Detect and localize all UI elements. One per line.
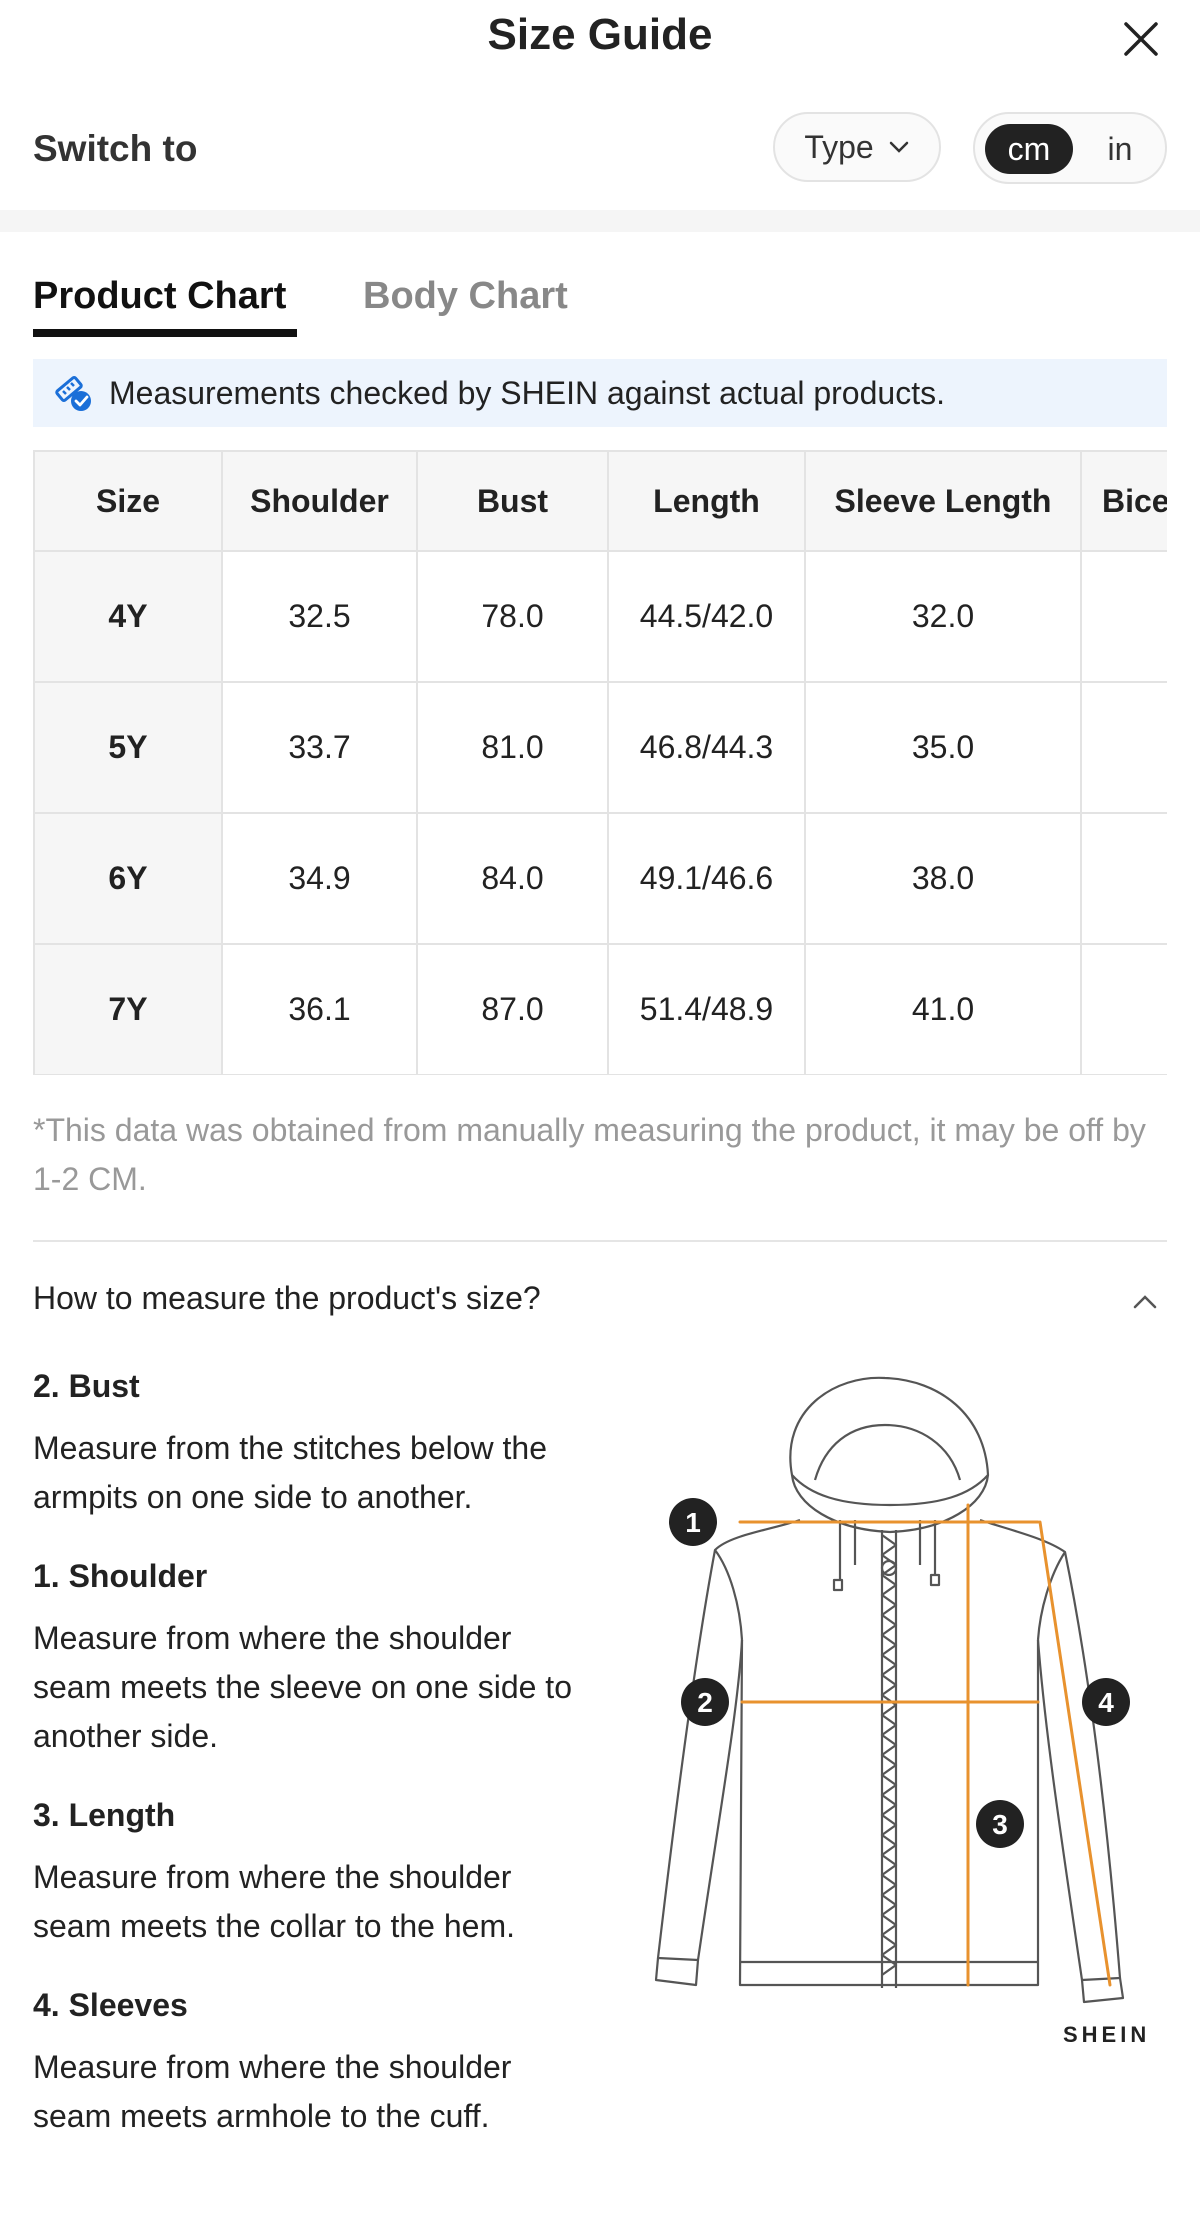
brand-logo: SHEIN xyxy=(1063,2022,1151,2047)
table-cell: 78.0 xyxy=(416,550,609,683)
size-table-scroll[interactable]: Size Shoulder Bust Length Sleeve Length … xyxy=(33,450,1167,1075)
table-cell xyxy=(1080,812,1167,945)
marker-4: 4 xyxy=(1082,1678,1130,1726)
table-cell: 46.8/44.3 xyxy=(607,681,806,814)
table-row: 5Y 33.7 81.0 46.8/44.3 35.0 xyxy=(33,681,1167,814)
size-cell: 5Y xyxy=(33,681,223,814)
tab-product-chart[interactable]: Product Chart xyxy=(33,275,286,318)
table-cell: 49.1/46.6 xyxy=(607,812,806,945)
table-cell xyxy=(1080,681,1167,814)
table-cell: 38.0 xyxy=(804,812,1082,945)
svg-text:2: 2 xyxy=(697,1687,713,1718)
table-cell: 81.0 xyxy=(416,681,609,814)
instruction-text: Measure from the stitches below the armp… xyxy=(33,1430,548,1515)
unit-in-button[interactable]: in xyxy=(1085,124,1155,174)
close-icon[interactable] xyxy=(1116,14,1166,64)
page-title: Size Guide xyxy=(487,10,713,59)
table-row: 7Y 36.1 87.0 51.4/48.9 41.0 xyxy=(33,943,1167,1075)
column-header: Size xyxy=(33,450,223,552)
column-header: Sleeve Length xyxy=(804,450,1082,552)
tab-body-chart[interactable]: Body Chart xyxy=(363,275,568,318)
column-header: Length xyxy=(607,450,806,552)
size-table: Size Shoulder Bust Length Sleeve Length … xyxy=(33,450,1167,1075)
table-cell: 36.1 xyxy=(221,943,418,1075)
chevron-up-icon[interactable] xyxy=(1127,1283,1163,1319)
marker-2: 2 xyxy=(681,1678,729,1726)
table-cell: 33.7 xyxy=(221,681,418,814)
notice-text: Measurements checked by SHEIN against ac… xyxy=(109,374,945,411)
divider xyxy=(33,1240,1167,1242)
table-cell: 41.0 xyxy=(804,943,1082,1075)
svg-text:3: 3 xyxy=(992,1809,1008,1840)
unit-toggle: cm in xyxy=(973,112,1167,184)
unit-cm-button[interactable]: cm xyxy=(985,124,1073,174)
instruction-title: 1. Shoulder xyxy=(33,1558,208,1594)
table-cell: 35.0 xyxy=(804,681,1082,814)
table-cell: 44.5/42.0 xyxy=(607,550,806,683)
table-cell xyxy=(1080,550,1167,683)
table-cell: 34.9 xyxy=(221,812,418,945)
column-header: Bicep xyxy=(1080,450,1167,552)
measure-instructions: 2. Bust Measure from the stitches below … xyxy=(33,1362,593,2171)
instruction-title: 2. Bust xyxy=(33,1368,140,1404)
column-header: Bust xyxy=(416,450,609,552)
svg-text:1: 1 xyxy=(685,1507,701,1538)
instruction-text: Measure from where the shoulder seam mee… xyxy=(33,1859,515,1944)
svg-text:4: 4 xyxy=(1098,1687,1114,1718)
how-to-measure-heading[interactable]: How to measure the product's size? xyxy=(33,1280,541,1317)
measurement-footnote: *This data was obtained from manually me… xyxy=(33,1112,1146,1197)
table-row: 6Y 34.9 84.0 49.1/46.6 38.0 xyxy=(33,812,1167,945)
table-cell: 32.5 xyxy=(221,550,418,683)
measurement-notice: Measurements checked by SHEIN against ac… xyxy=(33,359,1167,427)
size-cell: 7Y xyxy=(33,943,223,1075)
switch-label: Switch to xyxy=(33,128,198,169)
size-cell: 4Y xyxy=(33,550,223,683)
marker-3: 3 xyxy=(976,1800,1024,1848)
table-cell: 51.4/48.9 xyxy=(607,943,806,1075)
size-cell: 6Y xyxy=(33,812,223,945)
type-dropdown-button[interactable]: Type xyxy=(773,112,941,182)
verified-ruler-icon xyxy=(55,376,91,411)
column-header: Shoulder xyxy=(221,450,418,552)
active-tab-indicator xyxy=(33,329,297,337)
table-header-row: Size Shoulder Bust Length Sleeve Length … xyxy=(33,450,1167,552)
type-label: Type xyxy=(804,128,874,165)
chart-tabs: Product Chart Body Chart xyxy=(0,265,1200,337)
table-cell: 32.0 xyxy=(804,550,1082,683)
instruction-title: 4. Sleeves xyxy=(33,1987,188,2023)
table-cell: 87.0 xyxy=(416,943,609,1075)
modal-header: Size Guide xyxy=(0,0,1200,80)
table-cell: 84.0 xyxy=(416,812,609,945)
instruction-text: Measure from where the shoulder seam mee… xyxy=(33,2049,512,2134)
section-separator xyxy=(0,210,1200,232)
instruction-text: Measure from where the shoulder seam mee… xyxy=(33,1620,572,1754)
chevron-down-icon xyxy=(889,141,908,153)
marker-1: 1 xyxy=(669,1498,717,1546)
table-cell xyxy=(1080,943,1167,1075)
instruction-title: 3. Length xyxy=(33,1797,176,1833)
hoodie-diagram: 1 2 3 4 xyxy=(654,1376,1130,2004)
table-row: 4Y 32.5 78.0 44.5/42.0 32.0 xyxy=(33,550,1167,683)
switch-row: Switch to Type cm in xyxy=(0,100,1200,210)
